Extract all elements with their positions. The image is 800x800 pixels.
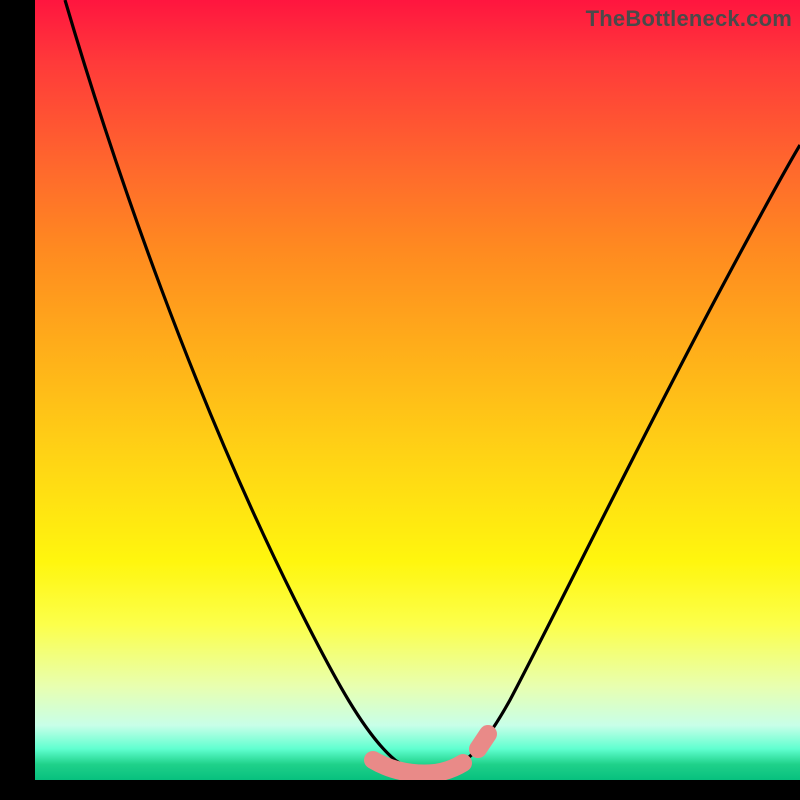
marker-right-uptick [478,734,488,749]
marker-flat-bottom [373,760,463,773]
bottleneck-curve [35,0,800,780]
plot-area: TheBottleneck.com [35,0,800,780]
curve-path [65,0,800,773]
chart-frame: TheBottleneck.com [0,0,800,800]
